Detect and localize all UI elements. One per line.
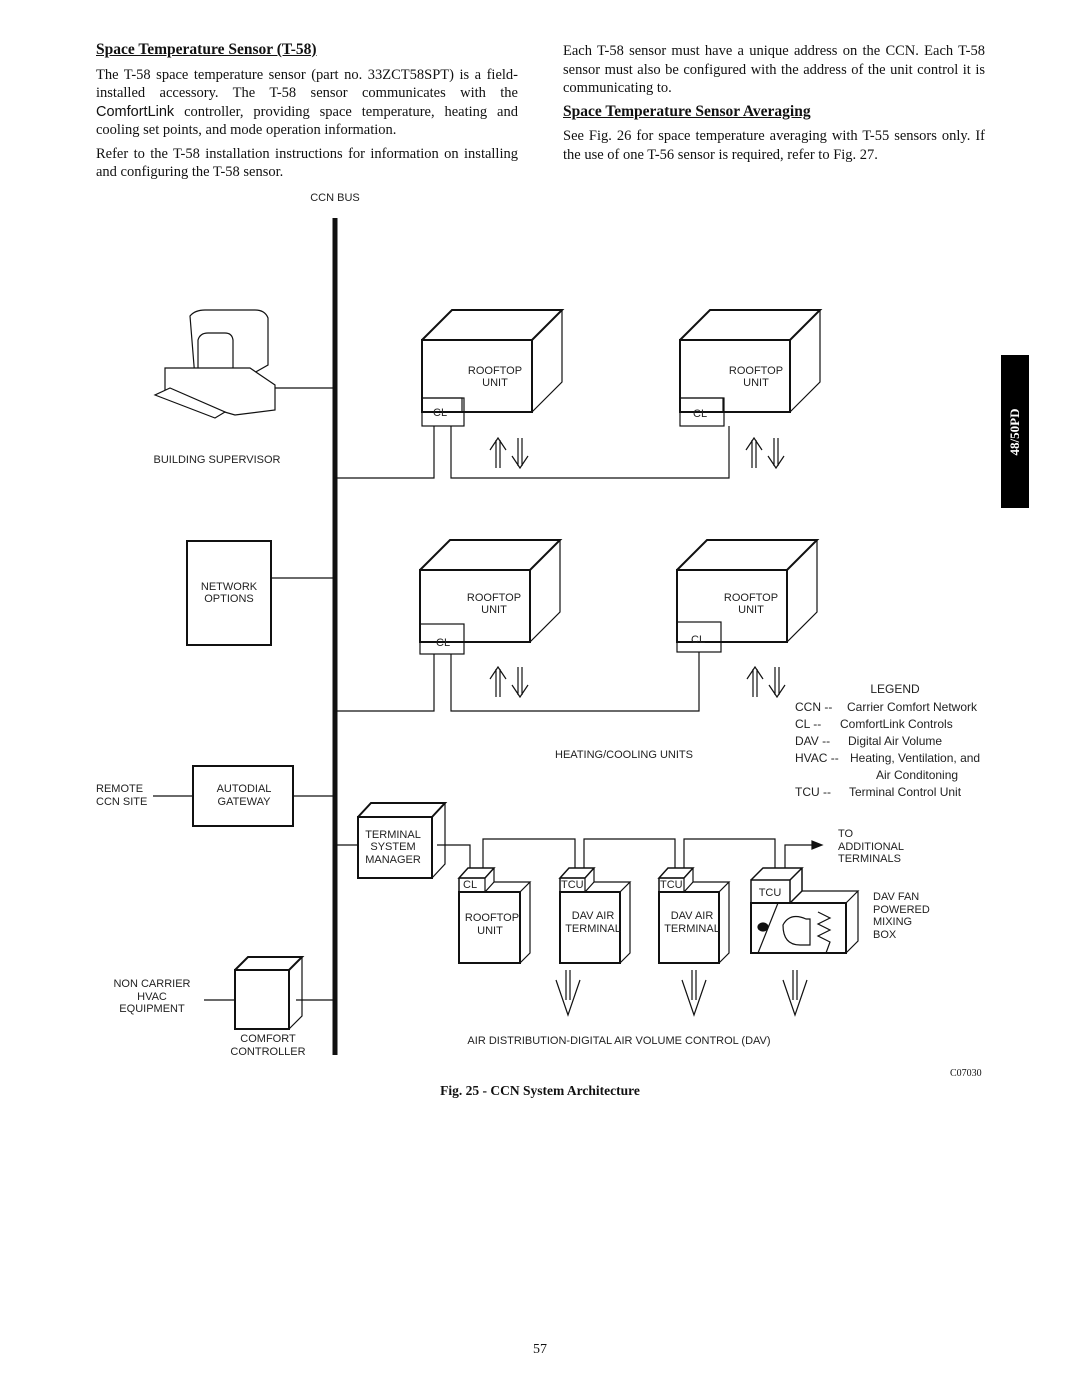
comfort-label: COMFORT	[240, 1033, 296, 1045]
tcu-label: TCU	[660, 879, 683, 891]
arrow-right-icon	[811, 840, 824, 850]
terminal-label: TERMINAL	[365, 829, 421, 841]
legend-abbr: DAV --	[795, 734, 830, 748]
gateway-label: GATEWAY	[218, 796, 272, 808]
airflow-arrows	[746, 666, 786, 698]
legend-text: Terminal Control Unit	[849, 785, 962, 799]
legend-text: ComfortLink Controls	[840, 717, 953, 731]
rooftop-label: ROOFTOP	[465, 912, 519, 924]
network-label: NETWORK	[201, 581, 258, 593]
dav-air-label: DAV AIR	[572, 910, 615, 922]
terminal-label: TERMINAL	[664, 923, 720, 935]
airflow-arrows	[489, 666, 529, 698]
cl-label: CL	[463, 879, 477, 891]
legend-text: Carrier Comfort Network	[847, 700, 978, 714]
rooftop-label: ROOFTOP	[468, 365, 522, 377]
rooftop-label: ROOFTOP	[729, 365, 783, 377]
to-label: TO	[838, 828, 854, 840]
terminals-label: TERMINALS	[838, 853, 901, 865]
dav-air-label: DAV AIR	[671, 910, 714, 922]
legend-text: Digital Air Volume	[848, 734, 942, 748]
tcu-label: TCU	[561, 879, 584, 891]
ccn-bus-label: CCN BUS	[310, 192, 360, 204]
figure-code: C07030	[950, 1068, 982, 1079]
rooftop-unit-1	[421, 309, 563, 413]
dav-fan-mixing-box	[750, 867, 860, 954]
building-supervisor-label: BUILDING SUPERVISOR	[154, 454, 281, 466]
legend-abbr: HVAC --	[795, 751, 839, 765]
cl-label: CL	[693, 408, 707, 420]
air-down-arrow	[681, 969, 707, 1016]
autodial-label: AUTODIAL	[217, 783, 272, 795]
rooftop-label: ROOFTOP	[467, 592, 521, 604]
heater-coil-icon	[816, 911, 832, 954]
remote-label: REMOTE	[96, 783, 143, 795]
computer-icon	[153, 309, 335, 419]
unit-label: UNIT	[738, 604, 764, 616]
non-carrier-label: NON CARRIER	[113, 978, 190, 990]
air-down-arrow	[782, 969, 808, 1016]
unit-label: UNIT	[477, 925, 503, 937]
additional-label: ADDITIONAL	[838, 841, 904, 853]
heating-cooling-units-label: HEATING/COOLING UNITS	[555, 749, 693, 761]
hvac-label: HVAC	[137, 991, 167, 1003]
page-number: 57	[533, 1342, 547, 1357]
dav-fan-label: DAV FAN	[873, 891, 919, 903]
cl-label: CL	[436, 637, 450, 649]
options-label: OPTIONS	[204, 593, 254, 605]
box-label: BOX	[873, 929, 897, 941]
legend-title: LEGEND	[870, 682, 920, 696]
manager-label: MANAGER	[365, 854, 421, 866]
fan-icon	[782, 915, 811, 946]
terminal-label: TERMINAL	[565, 923, 621, 935]
rooftop-label: ROOFTOP	[724, 592, 778, 604]
unit-label: UNIT	[482, 377, 508, 389]
rooftop-unit-3	[419, 539, 561, 643]
cl-label: CL	[433, 407, 447, 419]
legend-abbr: TCU --	[795, 785, 831, 799]
rooftop-unit-4	[676, 539, 818, 643]
unit-label: UNIT	[743, 377, 769, 389]
figure-caption: Fig. 25 - CCN System Architecture	[440, 1083, 640, 1098]
controller-label: CONTROLLER	[230, 1046, 305, 1058]
airflow-arrows	[745, 437, 785, 469]
powered-label: POWERED	[873, 904, 930, 916]
legend: LEGEND CCN -- Carrier Comfort Network CL…	[795, 682, 980, 799]
tcu-label: TCU	[759, 887, 782, 899]
unit-label: UNIT	[481, 604, 507, 616]
equipment-label: EQUIPMENT	[119, 1003, 185, 1015]
legend-text: Heating, Ventilation, and	[850, 751, 980, 765]
comfort-controller	[234, 956, 305, 1030]
ccn-architecture-diagram: CCN BUS BUILDING SUPERVISOR ROOFTOP UNIT…	[96, 192, 980, 1058]
legend-text: Air Conditoning	[876, 768, 958, 782]
air-down-arrow	[555, 969, 581, 1016]
mixing-label: MIXING	[873, 916, 912, 928]
legend-abbr: CCN --	[795, 700, 832, 714]
air-distribution-label: AIR DISTRIBUTION-DIGITAL AIR VOLUME CONT…	[467, 1035, 770, 1047]
legend-abbr: CL --	[795, 717, 821, 731]
system-label: SYSTEM	[370, 841, 415, 853]
cl-label: CL	[691, 634, 705, 646]
damper-icon	[757, 922, 769, 932]
ccn-site-label: CCN SITE	[96, 796, 147, 808]
rooftop-unit-2	[679, 309, 821, 413]
airflow-arrows	[489, 437, 529, 469]
